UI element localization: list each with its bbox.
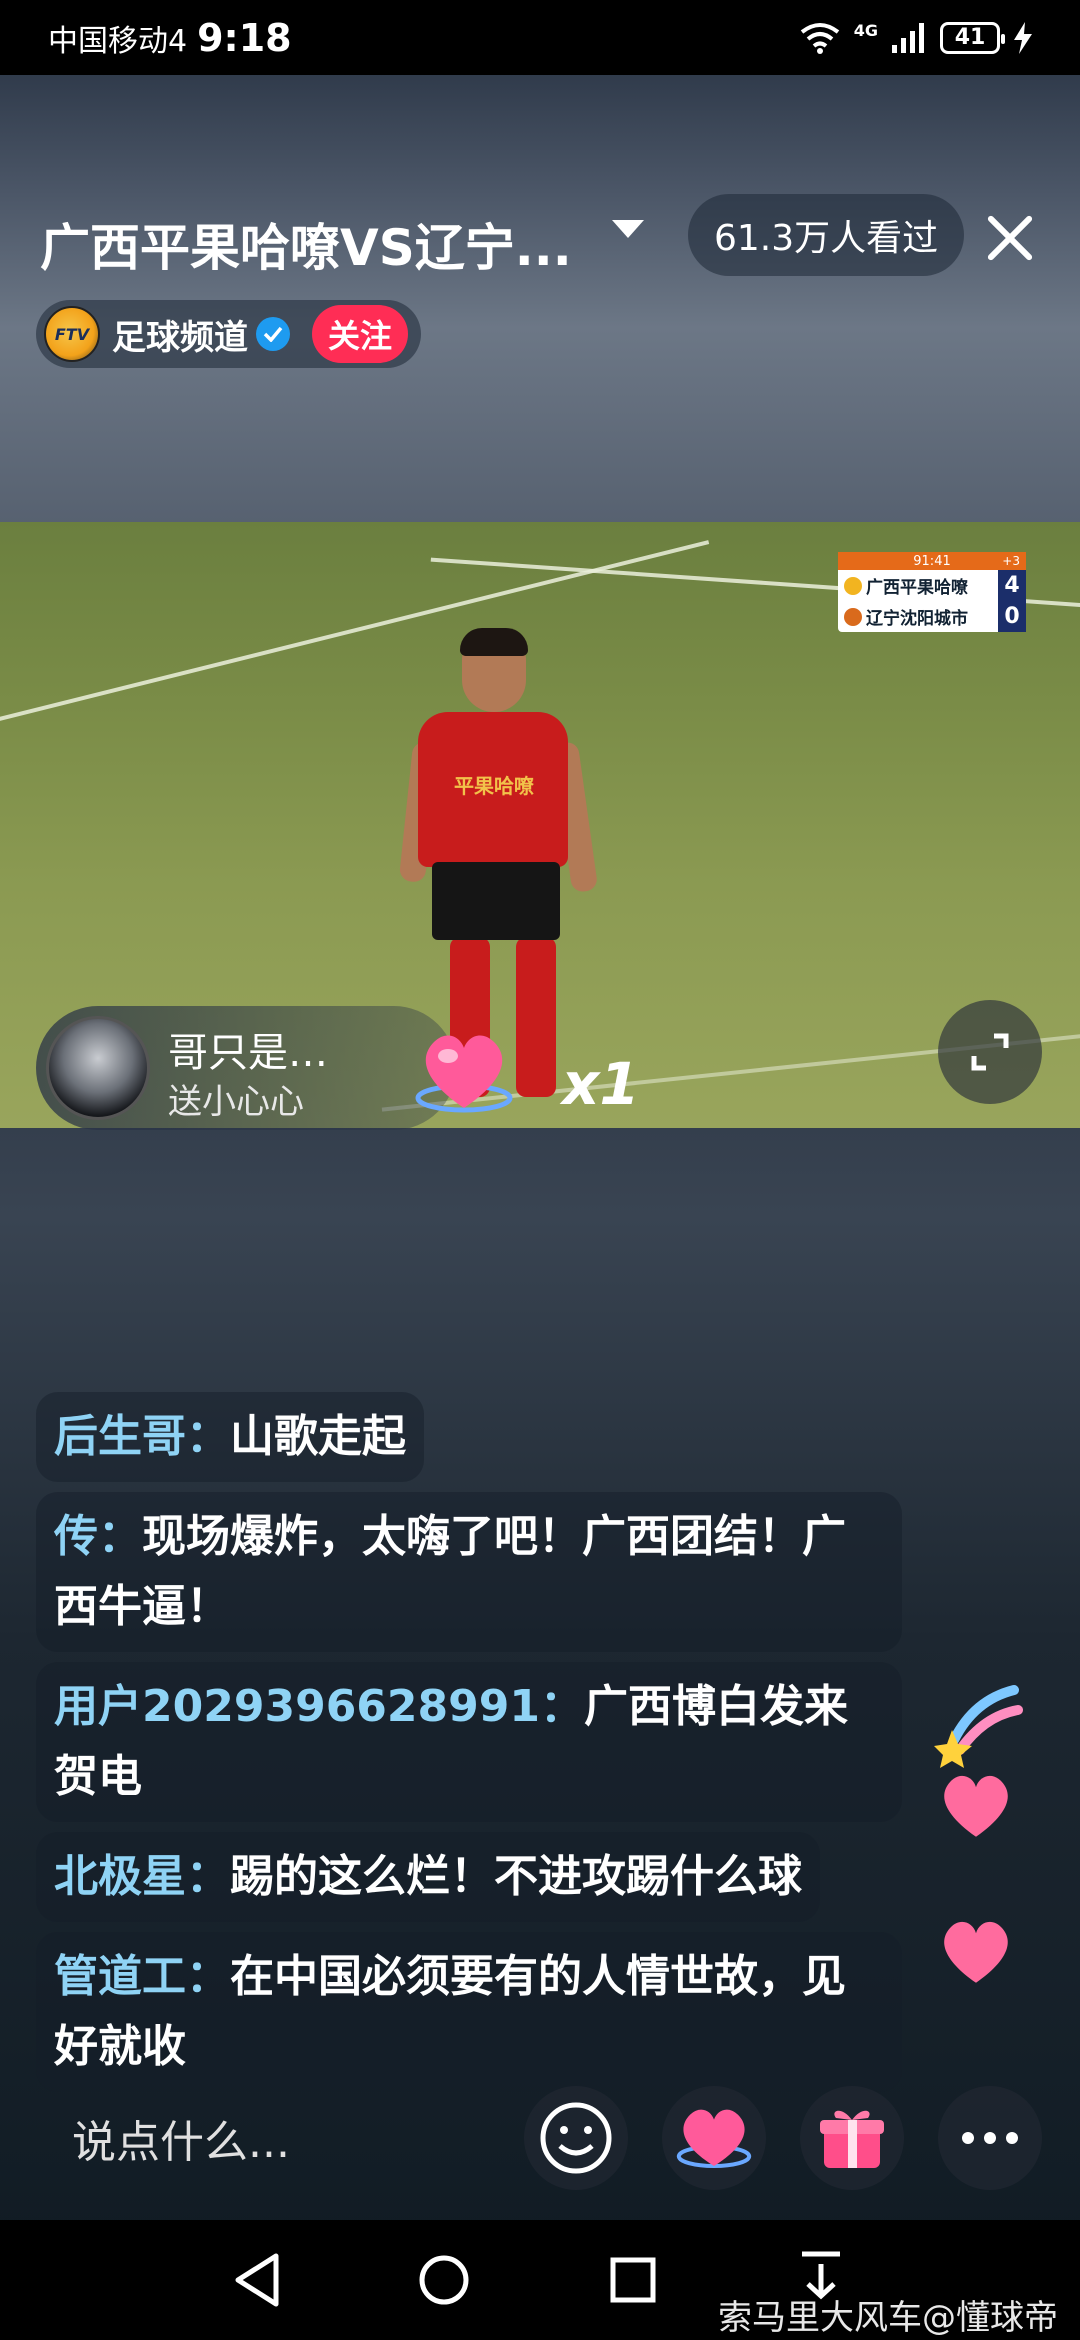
chat-text: 山歌走起 [230, 1411, 406, 1462]
comment-input[interactable]: 说点什么... [36, 2086, 596, 2190]
fullscreen-icon [971, 1033, 1009, 1071]
close-button[interactable] [980, 208, 1040, 268]
gift-count: x1 [562, 1050, 640, 1118]
channel-logo: FTV [44, 306, 100, 362]
home-score: 4 [998, 570, 1026, 601]
home-crest-icon [844, 577, 862, 595]
chat-message[interactable]: 传：现场爆炸，太嗨了吧！广西团结！广西牛逼！ [36, 1492, 902, 1652]
smiley-icon [540, 2102, 612, 2174]
chat-message[interactable]: 北极星：踢的这么烂！不进攻踢什么球 [36, 1832, 820, 1922]
heart-icon [944, 1775, 1008, 1837]
recents-icon[interactable] [610, 2257, 656, 2303]
chat-message[interactable]: 管道工：在中国必须要有的人情世故，见好就收 [36, 1932, 902, 2092]
heart-icon [944, 1921, 1008, 1983]
away-team: 辽宁沈阳城市 [866, 609, 968, 629]
watermark: 索马里大风车@懂球帝 [718, 2298, 1058, 2338]
battery-icon: 41 [940, 21, 1005, 54]
added-time: +3 [1002, 554, 1020, 568]
shooting-star-icon [934, 1685, 1023, 1768]
gift-action: 送小心心 [168, 1082, 304, 1122]
channel-name: 足球频道 [112, 317, 248, 358]
more-icon [962, 2132, 1018, 2144]
chat-user: 后生哥： [54, 1411, 230, 1462]
heart-gift-icon [415, 1035, 513, 1113]
more-button[interactable] [938, 2086, 1042, 2190]
gift-notification: 哥只是… 送小心心 [36, 1006, 456, 1130]
wifi-icon [800, 22, 839, 54]
status-bar: 中国移动4 9:18 4G 41 [0, 0, 1080, 75]
chat-list: 后生哥：山歌走起 传：现场爆炸，太嗨了吧！广西团结！广西牛逼！ 用户202939… [36, 1392, 902, 2102]
emoji-button[interactable] [524, 2086, 628, 2190]
verified-icon [256, 317, 290, 351]
chat-message[interactable]: 后生哥：山歌走起 [36, 1392, 424, 1482]
chevron-down-icon[interactable] [612, 220, 644, 238]
home-icon[interactable] [418, 2254, 470, 2306]
viewer-count: 61.3万人看过 [688, 194, 965, 276]
carrier-label: 中国移动4 [48, 23, 188, 59]
match-clock: 91:41 [913, 553, 951, 569]
chat-user: 传： [54, 1511, 142, 1562]
gift-icon [820, 2110, 884, 2168]
scoreboard: 91:41 +3 广西平果哈嘹 4 辽宁沈阳城市 0 [838, 552, 1026, 632]
home-team: 广西平果哈嘹 [866, 578, 968, 598]
signal-icon [892, 22, 924, 53]
shirt-sponsor: 平果哈嘹 [454, 774, 534, 798]
back-icon[interactable] [232, 2252, 282, 2308]
follow-button[interactable]: 关注 [312, 305, 409, 363]
like-button[interactable] [662, 2086, 766, 2190]
live-header: 广西平果哈嘹VS辽宁... 61.3万人看过 [0, 180, 1080, 290]
battery-level: 41 [954, 25, 986, 50]
chat-text: 现场爆炸，太嗨了吧！广西团结！广西牛逼！ [54, 1511, 846, 1632]
clock: 9:18 [197, 15, 292, 60]
charging-icon [1014, 21, 1032, 54]
channel-badge[interactable]: FTV 足球频道 关注 [36, 300, 421, 368]
fullscreen-button[interactable] [938, 1000, 1042, 1104]
chat-user: 管道工： [54, 1951, 230, 2002]
chat-user: 用户2029396628991： [54, 1681, 584, 1732]
chat-text: 踢的这么烂！不进攻踢什么球 [230, 1851, 802, 1902]
bottom-toolbar: 说点什么... [36, 2086, 1046, 2190]
network-type: 4G [853, 21, 878, 40]
gift-button[interactable] [800, 2086, 904, 2190]
heart-icon [676, 2109, 752, 2168]
stream-title[interactable]: 广西平果哈嘹VS辽宁... [40, 208, 600, 280]
avatar[interactable] [46, 1016, 150, 1120]
away-score: 0 [998, 601, 1026, 632]
away-crest-icon [844, 608, 862, 626]
chat-message[interactable]: 用户2029396628991：广西博白发来贺电 [36, 1662, 902, 1822]
gift-sender: 哥只是… [168, 1030, 328, 1076]
chat-user: 北极星： [54, 1851, 230, 1902]
